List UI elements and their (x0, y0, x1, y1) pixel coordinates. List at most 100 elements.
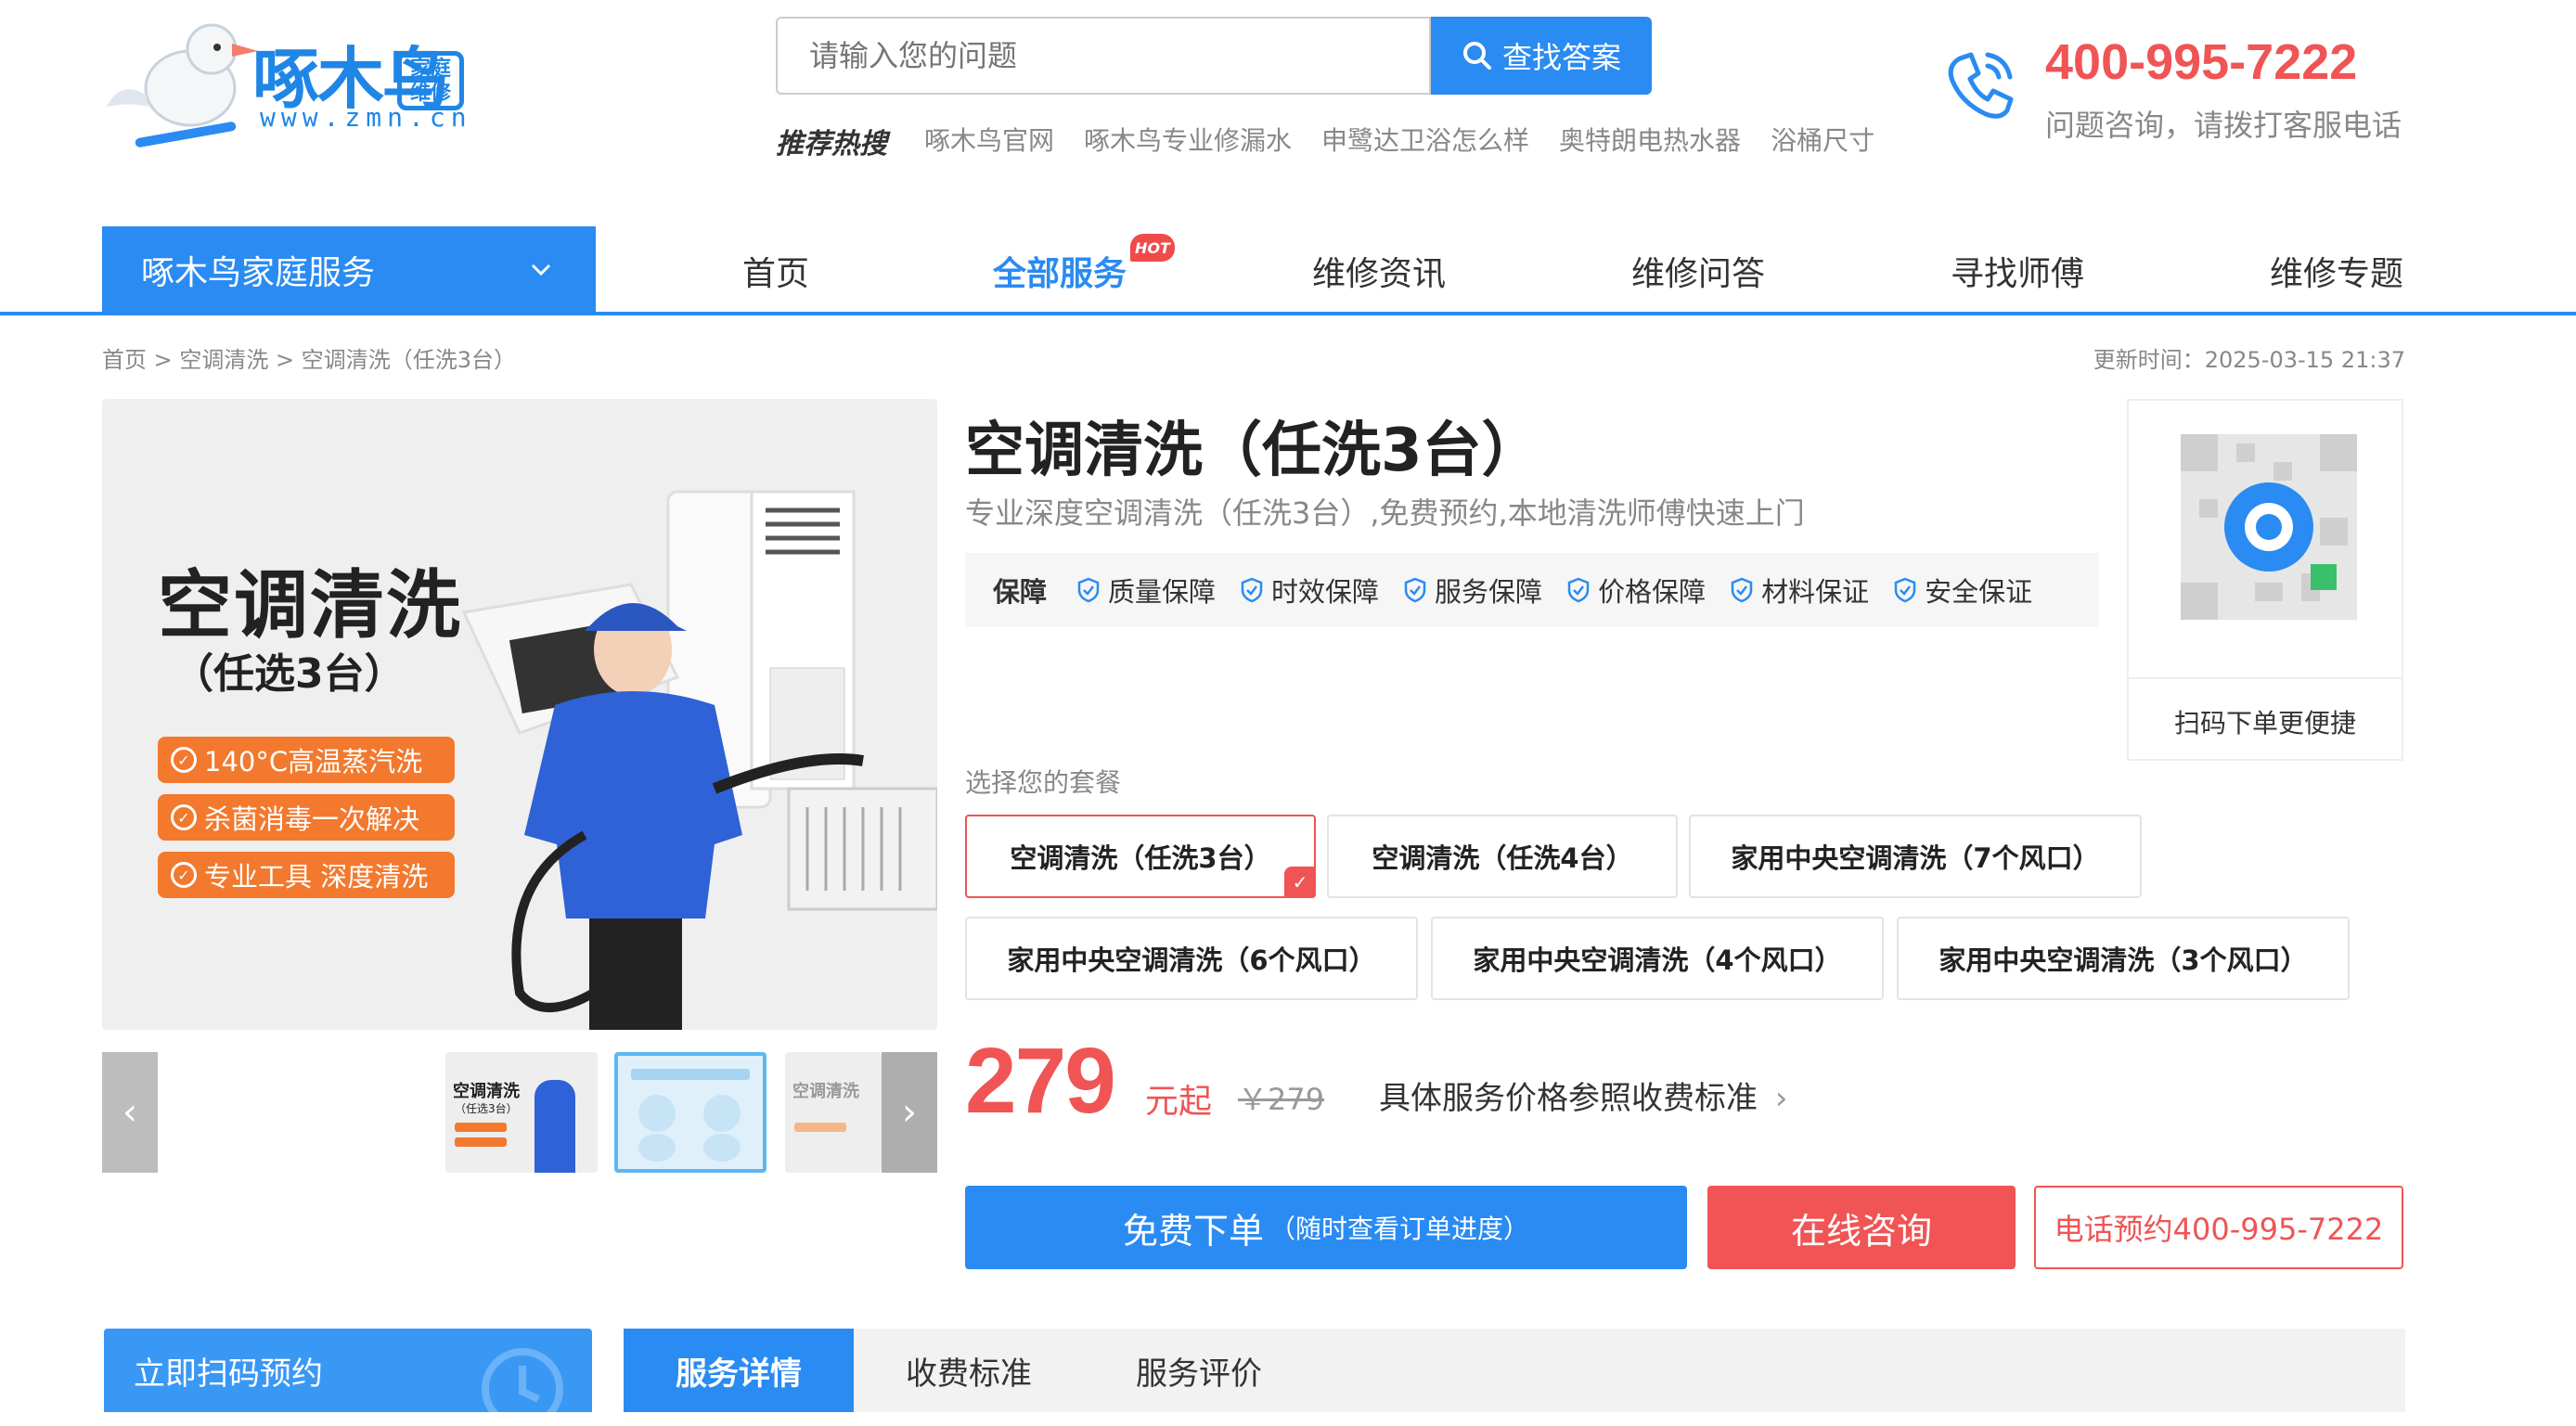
scan-booking-label: 立即扫码预约 (134, 1355, 323, 1393)
package-option[interactable]: 空调清洗（任洗4台） (1327, 815, 1678, 898)
package-option-label: 空调清洗（任洗3台） (1010, 842, 1271, 874)
package-label: 选择您的套餐 (965, 767, 1122, 798)
update-time: 更新时间：2025-03-15 21:37 (2093, 347, 2405, 373)
thumb-prev-button[interactable]: ‹ (102, 1052, 158, 1173)
guarantee-text: 服务保障 (1435, 576, 1543, 608)
package-option-label: 空调清洗（任洗4台） (1372, 842, 1633, 874)
nav-qa[interactable]: 维修问答 (1631, 247, 1765, 295)
thumb-title: 空调清洗 (453, 1082, 520, 1101)
image-title: 空调清洗 (158, 562, 462, 649)
search-button-label: 查找答案 (1501, 40, 1621, 75)
check-circle-icon: ✓ (171, 862, 197, 888)
price-unit: 元起 (1145, 1083, 1213, 1121)
shield-icon (1731, 577, 1753, 603)
package-option-selected[interactable]: 空调清洗（任洗3台） ✓ (965, 815, 1316, 898)
thumbnail-selected[interactable] (614, 1052, 766, 1173)
thumb-circle (703, 1095, 741, 1132)
thumb-subtitle: （任选3台） (455, 1102, 518, 1115)
price-original: ￥279 (1238, 1082, 1325, 1117)
image-feature-pill: ✓ 专业工具 深度清洗 (158, 852, 455, 898)
price-standard-text: 具体服务价格参照收费标准 (1379, 1080, 1758, 1117)
pill-text: 140°C高温蒸汽洗 (204, 746, 423, 777)
qr-code-image[interactable] (2162, 416, 2376, 638)
guarantee-item: 质量保障 (1076, 571, 1216, 610)
thumb-circle (703, 1134, 741, 1162)
tab-service-details[interactable]: 服务详情 (624, 1329, 854, 1412)
image-feature-pill: ✓ 140°C高温蒸汽洗 (158, 737, 455, 783)
phone-booking-button[interactable]: 电话预约400-995-7222 (2034, 1186, 2403, 1269)
logo-badge-text: 家庭维修 (409, 58, 451, 105)
guarantee-text: 质量保障 (1108, 576, 1217, 608)
thumbnail[interactable]: 空调清洗 （任选3台） (445, 1052, 598, 1173)
qr-tip: 扫码下单更便捷 (2173, 708, 2356, 739)
guarantee-bar: 保障 质量保障 时效保障 服务保障 价格保障 材料保证 安全保证 (965, 553, 2099, 627)
thumbnail[interactable]: 空调清洗 (785, 1052, 882, 1173)
chevron-right-icon: › (902, 1091, 917, 1134)
detail-tabs: 服务详情 收费标准 服务评价 (624, 1329, 2405, 1412)
chevron-down-icon (531, 263, 551, 276)
selected-check-icon: ✓ (1284, 867, 1316, 898)
hot-link[interactable]: 啄木鸟官网 (924, 121, 1054, 158)
logo-url: www.zmn.cn (260, 102, 472, 133)
scan-booking-bar[interactable]: 立即扫码预约 (104, 1329, 592, 1412)
package-option[interactable]: 家用中央空调清洗（4个风口） (1431, 917, 1884, 1000)
thumb-pill (455, 1123, 507, 1132)
nav-home[interactable]: 首页 (742, 247, 809, 295)
check-circle-icon: ✓ (171, 747, 197, 773)
tab-fee-standard[interactable]: 收费标准 (854, 1329, 1084, 1412)
shield-icon (1894, 577, 1916, 603)
shield-icon (1404, 577, 1426, 603)
hot-search-links: 啄木鸟官网 啄木鸟专业修漏水 申鹭达卫浴怎么样 奥特朗电热水器 浴桶尺寸 (924, 121, 1874, 158)
package-option-label: 家用中央空调清洗（6个风口） (1007, 944, 1376, 976)
hotline-tip: 问题咨询，请拨打客服电话 (2045, 108, 2402, 143)
category-label: 啄木鸟家庭服务 (141, 254, 376, 292)
category-dropdown[interactable]: 啄木鸟家庭服务 (102, 226, 596, 314)
nav-find-master[interactable]: 寻找师傅 (1951, 247, 2084, 295)
free-order-button[interactable]: 免费下单 （随时查看订单进度） (965, 1186, 1687, 1269)
package-option[interactable]: 家用中央空调清洗（3个风口） (1897, 917, 2350, 1000)
hot-link[interactable]: 浴桶尺寸 (1771, 121, 1874, 158)
nav-all-services[interactable]: 全部服务 (993, 247, 1127, 295)
hot-badge: HOT (1130, 234, 1175, 262)
qr-code-icon (2181, 434, 2357, 620)
hot-link[interactable]: 申鹭达卫浴怎么样 (1321, 121, 1529, 158)
nav-news[interactable]: 维修资讯 (1312, 247, 1446, 295)
nav-topics[interactable]: 维修专题 (2270, 247, 2403, 295)
image-subtitle: （任选3台） (173, 650, 406, 698)
shield-icon (1077, 577, 1100, 603)
guarantee-text: 材料保证 (1761, 576, 1870, 608)
hot-link[interactable]: 奥特朗电热水器 (1559, 121, 1741, 158)
tab-reviews[interactable]: 服务评价 (1084, 1329, 1314, 1412)
hot-link[interactable]: 啄木鸟专业修漏水 (1084, 121, 1292, 158)
breadcrumb[interactable]: 首页 > 空调清洗 > 空调清洗（任洗3台） (102, 341, 516, 374)
thumb-pill (794, 1123, 846, 1132)
package-option[interactable]: 家用中央空调清洗（6个风口） (965, 917, 1418, 1000)
thumb-pill (455, 1137, 507, 1147)
search-input[interactable] (776, 17, 1431, 95)
hotline-number: 400-995-7222 (2045, 34, 2358, 90)
product-title: 空调清洗（任洗3台） (965, 417, 1541, 485)
guarantee-label: 保障 (993, 576, 1048, 608)
thumb-figure (535, 1080, 575, 1173)
guarantee-item: 材料保证 (1730, 571, 1869, 610)
clock-icon (482, 1348, 563, 1412)
shield-icon (1241, 577, 1263, 603)
package-option-label: 家用中央空调清洗（3个风口） (1938, 944, 2308, 976)
thumb-circle (638, 1134, 676, 1162)
pill-text: 杀菌消毒一次解决 (204, 803, 420, 835)
thumb-circle (638, 1095, 676, 1132)
guarantee-item: 时效保障 (1240, 571, 1379, 610)
online-consult-button[interactable]: 在线咨询 (1707, 1186, 2016, 1269)
thumb-next-button[interactable]: › (882, 1052, 937, 1173)
chevron-left-icon: ‹ (122, 1091, 137, 1134)
package-option[interactable]: 家用中央空调清洗（7个风口） (1689, 815, 2142, 898)
hot-search-label: 推荐热搜 (776, 128, 887, 161)
price-standard-link[interactable]: 具体服务价格参照收费标准 › (1379, 1073, 1787, 1118)
chevron-right-icon: › (1774, 1080, 1788, 1117)
pill-text: 专业工具 深度清洗 (204, 861, 429, 893)
guarantee-text: 时效保障 (1271, 576, 1380, 608)
qr-divider (2129, 677, 2402, 679)
product-description: 专业深度空调清洗（任洗3台）,免费预约,本地清洗师傅快速上门 (965, 495, 1805, 531)
guarantee-text: 安全保证 (1925, 576, 2033, 608)
search-button[interactable]: 查找答案 (1431, 17, 1652, 95)
